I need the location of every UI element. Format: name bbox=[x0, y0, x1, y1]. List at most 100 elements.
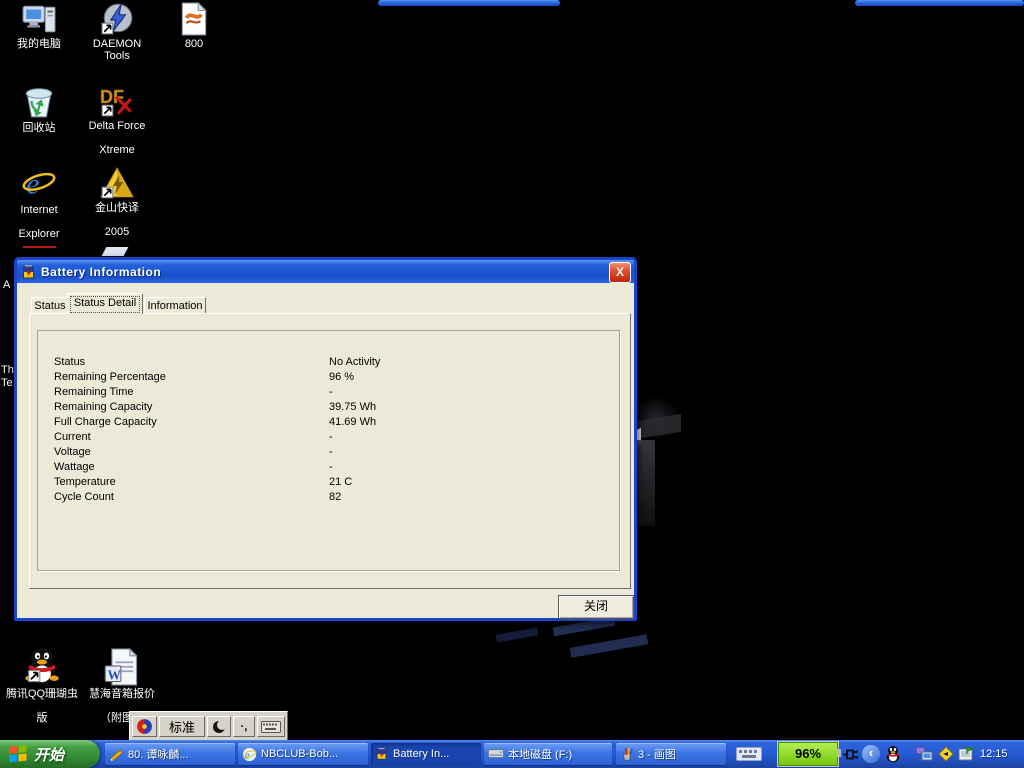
taskbar-item-battery[interactable]: Battery In... bbox=[371, 743, 481, 765]
wallpaper-shape bbox=[570, 634, 649, 657]
close-icon[interactable]: X bbox=[609, 262, 631, 283]
icon-label: Delta Force bbox=[89, 120, 146, 132]
start-button[interactable]: 开始 bbox=[0, 740, 100, 768]
ime-mode-label: 标准 bbox=[169, 717, 195, 736]
battery-information-dialog: Battery Information X Status Status Deta… bbox=[14, 257, 637, 621]
tab-information[interactable]: Information bbox=[144, 297, 206, 314]
background-window-titlebar-sliver[interactable] bbox=[378, 0, 560, 6]
document-icon bbox=[178, 2, 210, 36]
detail-row: Cycle Count82 bbox=[38, 491, 619, 506]
icon-label: 版 bbox=[37, 712, 48, 724]
ie-icon: e bbox=[242, 747, 257, 762]
detail-row: Wattage- bbox=[38, 461, 619, 476]
dialog-titlebar[interactable]: Battery Information X bbox=[17, 260, 634, 283]
my-computer-icon bbox=[22, 2, 56, 36]
detail-row: Temperature21 C bbox=[38, 476, 619, 491]
detail-row: StatusNo Activity bbox=[38, 356, 619, 371]
occluded-label-fragment: Th bbox=[1, 364, 14, 376]
punctuation-icon: ·, bbox=[241, 721, 248, 733]
taskbar-item-label: 3 - 画图 bbox=[638, 746, 676, 762]
detail-row: Voltage- bbox=[38, 446, 619, 461]
icon-label: 2005 bbox=[105, 226, 129, 238]
kingsoft-kuaiyi-icon bbox=[99, 166, 135, 200]
ime-fullwidth-button[interactable] bbox=[207, 716, 231, 737]
occluded-icon-fragment bbox=[23, 246, 56, 248]
battery-icon bbox=[375, 747, 389, 761]
taskbar-item-label: Battery In... bbox=[393, 748, 449, 760]
desktop-icon-my-computer[interactable]: 我的电脑 bbox=[8, 2, 70, 50]
tab-label: Information bbox=[147, 300, 202, 312]
detail-row: Remaining Time- bbox=[38, 386, 619, 401]
soft-keyboard-icon bbox=[261, 721, 281, 733]
monitor-flag-tray-icon[interactable] bbox=[958, 746, 975, 762]
start-label: 开始 bbox=[34, 744, 64, 765]
battery-icon bbox=[21, 264, 37, 280]
desktop-icon-qq-coral[interactable]: 腾讯QQ珊瑚虫 版 bbox=[4, 646, 80, 724]
windows-logo-icon bbox=[8, 744, 28, 764]
icon-label: Xtreme bbox=[99, 144, 134, 156]
tab-status-detail[interactable]: Status Detail bbox=[67, 293, 143, 314]
detail-row: Remaining Percentage96 % bbox=[38, 371, 619, 386]
qq-tray-icon[interactable] bbox=[884, 745, 902, 763]
ime-punctuation-button[interactable]: ·, bbox=[233, 716, 255, 737]
icon-label: 800 bbox=[185, 38, 203, 50]
taskbar-item-paint[interactable]: 3 - 画图 bbox=[616, 743, 726, 765]
drive-icon bbox=[488, 748, 504, 760]
taskbar-item-label: 80. 谭咏麟... bbox=[128, 746, 189, 762]
icon-label: Internet bbox=[20, 204, 57, 216]
occluded-label-fragment: Te bbox=[1, 377, 13, 389]
desktop-icon-recycle-bin[interactable]: 回收站 bbox=[8, 84, 70, 134]
recycle-bin-icon bbox=[21, 84, 57, 120]
taskbar-item-local-disk-f[interactable]: 本地磁盘 (F:) bbox=[484, 743, 612, 765]
close-button[interactable]: 关闭 bbox=[558, 595, 634, 619]
wallpaper-shape bbox=[496, 627, 539, 642]
tab-status[interactable]: Status bbox=[31, 297, 69, 314]
paint-icon bbox=[620, 747, 634, 761]
taskbar-item-ie[interactable]: e NBCLUB-Bob... bbox=[238, 743, 368, 765]
network-tray-icon[interactable] bbox=[915, 746, 933, 762]
keyboard-tray-icon[interactable] bbox=[736, 747, 762, 761]
battery-percent-indicator[interactable]: 96% bbox=[778, 742, 838, 766]
detail-row: Current- bbox=[38, 431, 619, 446]
icon-label: 慧海音箱报价 bbox=[89, 688, 155, 700]
tab-label: Status bbox=[34, 300, 65, 312]
moon-icon bbox=[212, 720, 226, 734]
taskbar-item-music[interactable]: 80. 谭咏麟... bbox=[105, 743, 235, 765]
occluded-icon-fragment bbox=[102, 247, 129, 256]
occluded-label-fragment: A bbox=[3, 279, 10, 291]
ime-language-bar[interactable]: 标准 ·, bbox=[129, 711, 288, 742]
diamond-tray-icon[interactable] bbox=[937, 745, 955, 763]
focus-outline bbox=[70, 296, 140, 313]
status-detail-panel: StatusNo Activity Remaining Percentage96… bbox=[37, 330, 620, 571]
desktop-icon-800[interactable]: 800 bbox=[166, 2, 222, 50]
background-window-titlebar-sliver[interactable] bbox=[855, 0, 1024, 6]
ime-method-button[interactable] bbox=[132, 716, 157, 737]
icon-label: DAEMON Tools bbox=[93, 38, 141, 62]
desktop: 我的电脑 DAEMON Tools 800 回收站 DF bbox=[0, 0, 1024, 768]
daemon-tools-icon bbox=[100, 2, 134, 36]
delta-force-icon: DF bbox=[99, 84, 135, 118]
word-document-icon: W bbox=[103, 648, 141, 686]
wallpaper-shape bbox=[637, 440, 655, 526]
icon-label: Explorer bbox=[19, 228, 60, 240]
ime-softkeyboard-button[interactable] bbox=[257, 716, 285, 737]
ime-mode-button[interactable]: 标准 bbox=[159, 716, 205, 737]
ac-plug-icon[interactable] bbox=[842, 748, 862, 761]
battery-nub bbox=[837, 749, 841, 757]
tray-clock[interactable]: 12:15 bbox=[980, 740, 1008, 768]
desktop-icon-kingsoft-kuaiyi[interactable]: 金山快译 2005 bbox=[78, 166, 156, 238]
taskbar-item-label: NBCLUB-Bob... bbox=[261, 748, 338, 760]
desktop-icon-internet-explorer[interactable]: e Internet Explorer bbox=[8, 166, 70, 240]
icon-label: 金山快译 bbox=[95, 202, 139, 214]
music-icon bbox=[109, 747, 124, 762]
desktop-icon-delta-force-xtreme[interactable]: DF Delta Force Xtreme bbox=[78, 84, 156, 156]
svg-text:e: e bbox=[26, 169, 39, 201]
qq-penguin-icon bbox=[22, 646, 62, 686]
icon-label: 回收站 bbox=[23, 122, 56, 134]
detail-row: Remaining Capacity39.75 Wh bbox=[38, 401, 619, 416]
svg-text:W: W bbox=[107, 667, 121, 682]
desktop-icon-daemon-tools[interactable]: DAEMON Tools bbox=[80, 2, 154, 62]
hide-tray-icons-chevron[interactable]: ‹ bbox=[862, 745, 880, 763]
icon-label: 我的电脑 bbox=[17, 38, 61, 50]
dialog-title: Battery Information bbox=[41, 265, 161, 279]
